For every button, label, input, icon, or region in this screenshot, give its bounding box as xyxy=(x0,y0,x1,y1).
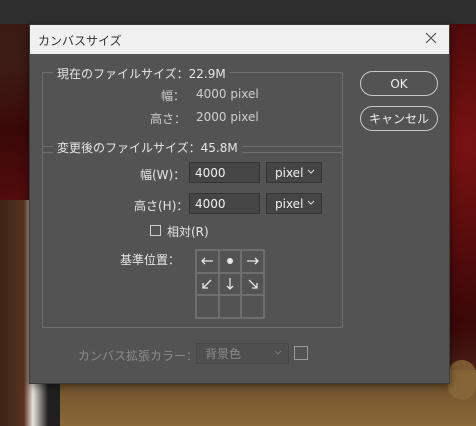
arrow-right-icon xyxy=(246,257,259,265)
current-width-label: 幅： xyxy=(161,89,186,103)
anchor-middle-center[interactable] xyxy=(218,272,242,296)
anchor-label: 基準位置： xyxy=(120,253,181,267)
current-height-value: 2000 pixel xyxy=(196,110,259,124)
chevron-down-icon xyxy=(274,350,282,355)
ok-button[interactable]: OK xyxy=(360,71,438,96)
dialog-titlebar: カンバスサイズ xyxy=(30,25,449,54)
anchor-grid xyxy=(195,249,265,319)
width-input[interactable]: 4000 xyxy=(189,162,260,183)
canvas-size-dialog: カンバスサイズ 現在のファイルサイズ：22.9M 幅： 4000 pixel 高… xyxy=(29,24,450,384)
height-input[interactable]: 4000 xyxy=(189,193,260,214)
current-height-label: 高さ： xyxy=(150,112,187,126)
new-width-label: 幅(W)： xyxy=(140,168,186,182)
height-unit-value: pixel xyxy=(275,197,304,211)
extension-color-swatch[interactable] xyxy=(294,346,308,360)
anchor-middle-left[interactable] xyxy=(196,272,219,296)
relative-label: 相対(R) xyxy=(167,225,209,239)
anchor-top-center[interactable] xyxy=(218,250,242,273)
arrow-down-icon xyxy=(226,277,234,290)
dialog-title: カンバスサイズ xyxy=(38,34,122,48)
canvas-lamp xyxy=(448,360,476,400)
current-size-heading: 現在のファイルサイズ：22.9M xyxy=(53,65,230,82)
anchor-bottom-left[interactable] xyxy=(196,295,219,318)
anchor-top-left[interactable] xyxy=(196,250,219,273)
close-icon[interactable] xyxy=(423,30,439,46)
chevron-down-icon xyxy=(307,169,315,174)
relative-checkbox[interactable] xyxy=(150,225,161,236)
width-unit-value: pixel xyxy=(275,166,304,180)
extension-color-select[interactable]: 背景色 xyxy=(196,343,289,364)
height-unit-select[interactable]: pixel xyxy=(266,193,322,214)
chevron-down-icon xyxy=(307,200,315,205)
arrow-left-icon xyxy=(201,257,214,265)
extension-color-value: 背景色 xyxy=(205,347,242,361)
arrow-down-right-icon xyxy=(248,279,258,289)
app-top-bar xyxy=(0,0,476,24)
anchor-bottom-center[interactable] xyxy=(218,295,242,318)
cancel-button[interactable]: キャンセル xyxy=(360,106,438,131)
new-size-heading: 変更後のファイルサイズ：45.8M xyxy=(53,139,242,156)
current-width-value: 4000 pixel xyxy=(196,87,259,101)
anchor-middle-right[interactable] xyxy=(241,272,264,296)
extension-color-label: カンバス拡張カラー： xyxy=(78,349,199,363)
width-unit-select[interactable]: pixel xyxy=(266,162,322,183)
arrow-down-left-icon xyxy=(202,279,212,289)
anchor-top-right[interactable] xyxy=(241,250,264,273)
anchor-dot-icon xyxy=(226,258,233,265)
anchor-bottom-right[interactable] xyxy=(241,295,264,318)
new-height-label: 高さ(H)： xyxy=(134,199,189,213)
